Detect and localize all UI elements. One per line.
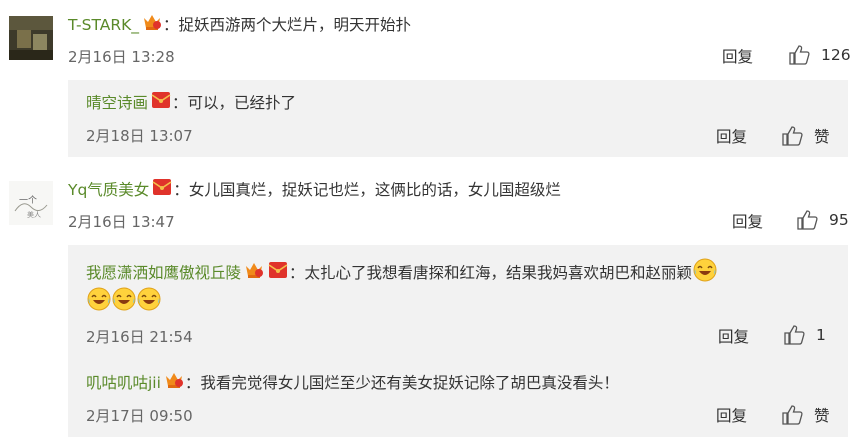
comment-timestamp: 2月16日 13:28 [68, 48, 175, 66]
username-link[interactable]: Yq气质美女 [68, 179, 149, 201]
laughing-crying-emoji [87, 287, 111, 317]
thumbs-up-icon [789, 45, 810, 65]
comment-timestamp: 2月16日 13:47 [68, 213, 175, 231]
thumbs-up-icon [782, 405, 803, 425]
emoji-row [86, 287, 161, 317]
reply-timestamp: 2月16日 21:54 [86, 328, 193, 346]
reply-button[interactable]: 回复 [716, 404, 747, 426]
reply-text: ：太扎心了我想看唐探和红海，结果我妈喜欢胡巴和赵丽颖 [289, 264, 693, 282]
laughing-crying-emoji [112, 287, 136, 317]
laughing-crying-emoji [693, 258, 717, 288]
comment-line: T-STARK_ ：捉妖西游两个大烂片，明天开始扑 [68, 13, 411, 37]
like-count: 126 [821, 46, 851, 64]
red-envelope-icon [152, 178, 172, 202]
svg-text:一个: 一个 [19, 195, 37, 206]
avatar[interactable]: 一个 美人 [9, 181, 53, 225]
thumbs-up-icon [784, 325, 805, 345]
crown-vip-icon [244, 261, 264, 285]
laughing-crying-emoji [137, 287, 161, 317]
reply-text: ：我看完觉得女儿国烂至少还有美女捉妖记除了胡巴真没看头！ [184, 374, 619, 392]
username-link[interactable]: 叽咕叽咕jii [86, 372, 161, 394]
like-label: 赞 [814, 407, 830, 425]
reply-timestamp: 2月17日 09:50 [86, 407, 193, 425]
like-button[interactable]: 1 [784, 325, 826, 345]
red-envelope-icon [151, 91, 171, 115]
reply-line: 晴空诗画 ：可以，已经扑了 [86, 91, 296, 115]
reply-box: 晴空诗画 ：可以，已经扑了 2月18日 13:07 回复 赞 [68, 80, 848, 157]
like-count: 1 [816, 326, 826, 344]
comment-item: 一个 美人 Yq气质美女 ：女儿国真烂，捉妖记也烂，这俩比的话，女儿国超级烂 2… [0, 165, 853, 437]
reply-line: 我愿潇洒如鹰傲视丘陵 ：太扎心了我想看唐探和红海，结果我妈喜欢胡巴和赵丽颖 [86, 258, 717, 288]
reply-button[interactable]: 回复 [722, 45, 753, 67]
crown-vip-icon [164, 371, 184, 395]
like-button[interactable]: 95 [797, 210, 849, 230]
comment-item: T-STARK_ ：捉妖西游两个大烂片，明天开始扑 2月16日 13:28 回复… [0, 0, 853, 165]
username-link[interactable]: T-STARK_ [68, 14, 139, 36]
reply-button[interactable]: 回复 [718, 325, 749, 347]
reply-text: ：可以，已经扑了 [172, 94, 297, 112]
comment-line: Yq气质美女 ：女儿国真烂，捉妖记也烂，这俩比的话，女儿国超级烂 [68, 178, 561, 202]
username-link[interactable]: 我愿潇洒如鹰傲视丘陵 [86, 262, 241, 284]
like-label: 赞 [814, 128, 830, 146]
crown-vip-icon [142, 13, 162, 37]
reply-line: 叽咕叽咕jii ：我看完觉得女儿国烂至少还有美女捉妖记除了胡巴真没看头！ [86, 371, 619, 395]
like-count: 95 [829, 211, 849, 229]
reply-box: 我愿潇洒如鹰傲视丘陵 ：太扎心了我想看唐探和红海，结果我妈喜欢胡巴和赵丽颖 2月… [68, 245, 848, 437]
thumbs-up-icon [782, 126, 803, 146]
comment-text: ：女儿国真烂，捉妖记也烂，这俩比的话，女儿国超级烂 [173, 181, 561, 199]
reply-timestamp: 2月18日 13:07 [86, 127, 193, 145]
avatar[interactable] [9, 16, 53, 60]
red-envelope-icon [268, 261, 288, 285]
username-link[interactable]: 晴空诗画 [86, 92, 148, 114]
like-button[interactable]: 126 [789, 45, 851, 65]
svg-text:美人: 美人 [27, 210, 41, 219]
thumbs-up-icon [797, 210, 818, 230]
like-button[interactable]: 赞 [782, 125, 830, 147]
comment-text: ：捉妖西游两个大烂片，明天开始扑 [163, 16, 412, 34]
reply-button[interactable]: 回复 [716, 125, 747, 147]
like-button[interactable]: 赞 [782, 404, 830, 426]
reply-button[interactable]: 回复 [732, 210, 763, 232]
